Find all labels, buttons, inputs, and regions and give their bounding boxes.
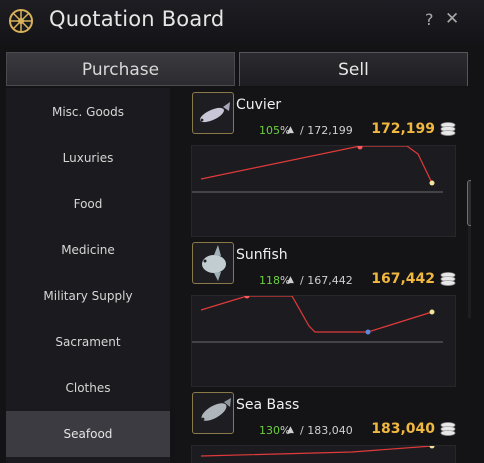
sidebar-item-misc-goods[interactable]: Misc. Goods [6,89,170,135]
item-name: Cuvier [236,97,282,113]
trend-up-icon: ▲ [287,425,294,435]
window-title: Quotation Board [49,7,225,31]
price-percent: 130% [259,424,291,437]
price-graph [191,445,456,463]
price-graph [191,145,456,237]
trend-up-icon: ▲ [287,275,294,285]
current-price: 167,442 [371,271,435,287]
list-item[interactable]: Sunfish 118% ▲ / 167,442 167,442 [189,242,459,388]
close-button[interactable]: ✕ [445,9,459,29]
tab-sell[interactable]: Sell [239,52,468,86]
sidebar-item-sacrament[interactable]: Sacrament [6,319,170,365]
silver-coin-icon [440,422,456,436]
sidebar-item-food[interactable]: Food [6,181,170,227]
trend-up-icon: ▲ [287,125,294,135]
silver-coin-icon [440,272,456,286]
base-price: / 172,199 [300,124,353,137]
quotation-list[interactable]: Cuvier 105% ▲ / 172,199 172,199 Sunfish … [175,88,471,463]
list-item[interactable]: Sea Bass 130% ▲ / 183,040 183,040 [189,392,459,463]
sidebar-item-seafood[interactable]: Seafood [6,411,170,457]
sidebar-item-luxuries[interactable]: Luxuries [6,135,170,181]
sunfish-icon [192,242,234,284]
base-price: / 167,442 [300,274,353,287]
title-bar: Quotation Board ? ✕ [0,0,484,44]
price-percent: 118% [259,274,291,287]
quotation-board-window: Quotation Board ? ✕ Purchase Sell Misc. … [0,0,484,463]
list-item[interactable]: Cuvier 105% ▲ / 172,199 172,199 [189,92,459,238]
fish-icon [192,92,234,134]
silver-coin-icon [440,122,456,136]
category-sidebar: Misc. Goods Luxuries Food Medicine Milit… [6,88,170,463]
current-price: 183,040 [371,421,435,437]
scrollbar-thumb[interactable] [467,180,471,226]
fish-icon [192,392,234,434]
help-button[interactable]: ? [425,10,434,29]
item-name: Sea Bass [236,397,300,413]
base-price: / 183,040 [300,424,353,437]
sidebar-item-military-supply[interactable]: Military Supply [6,273,170,319]
sidebar-item-clothes[interactable]: Clothes [6,365,170,411]
price-graph [191,295,456,387]
wheel-logo-icon [9,9,33,33]
sidebar-item-medicine[interactable]: Medicine [6,227,170,273]
item-name: Sunfish [236,247,288,263]
current-price: 172,199 [371,121,435,137]
tab-purchase[interactable]: Purchase [6,52,235,86]
price-percent: 105% [259,124,291,137]
